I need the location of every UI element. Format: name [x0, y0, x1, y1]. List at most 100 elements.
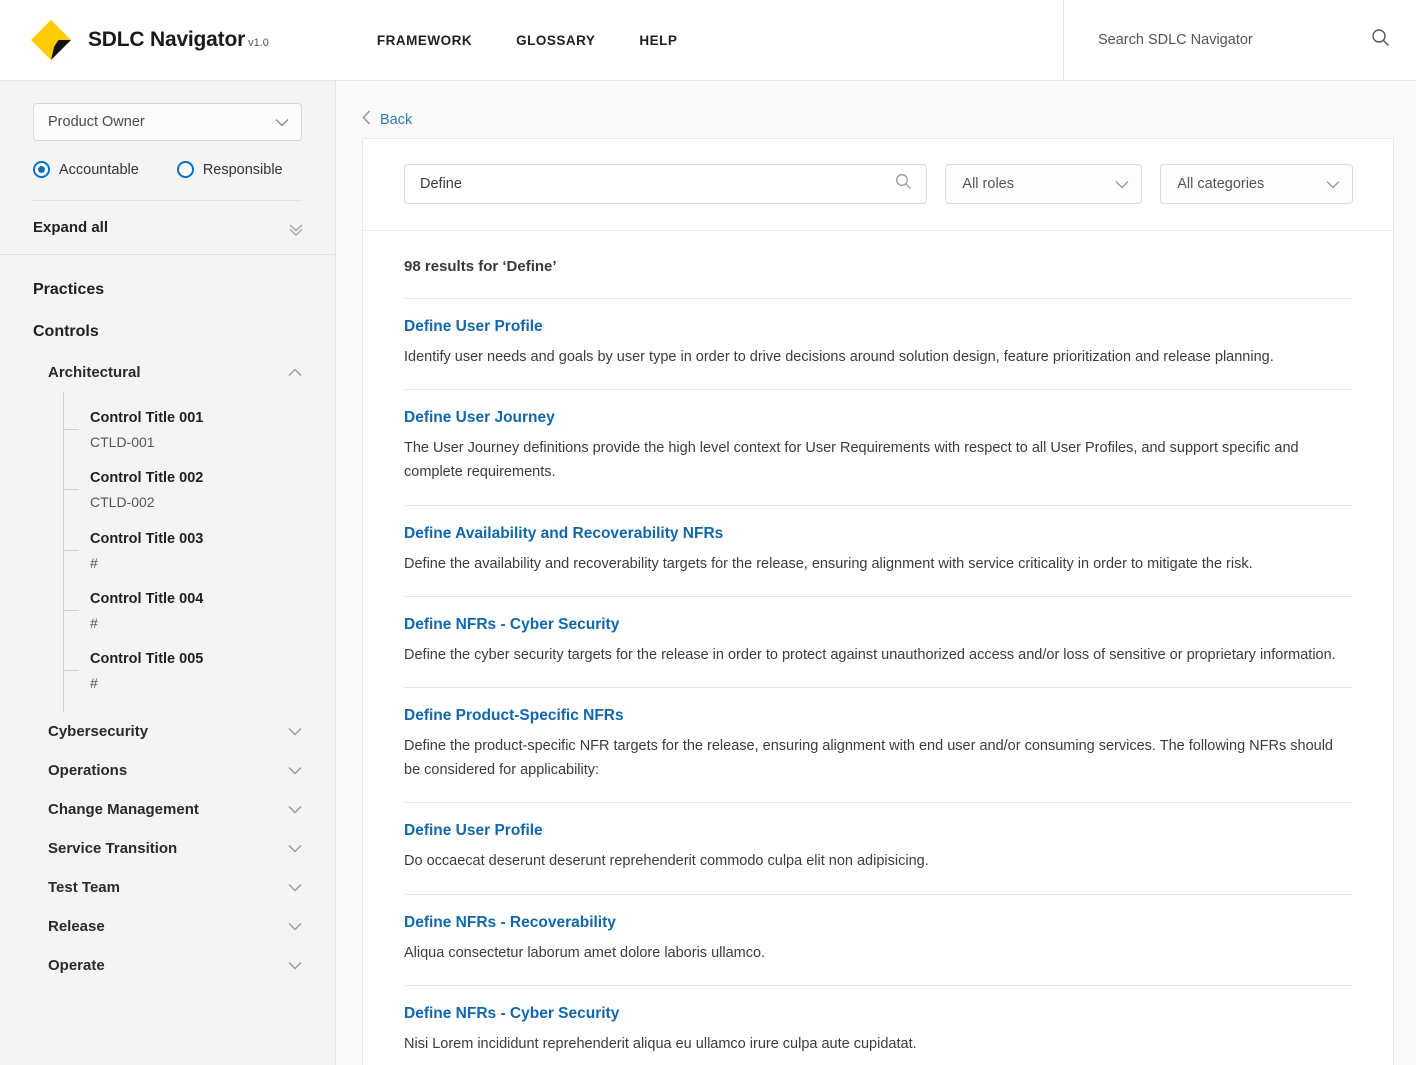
tree-group-operations-label: Operations — [48, 761, 128, 779]
back-label[interactable]: Back — [380, 112, 412, 128]
tree-leaf-title: Control Title 005 — [90, 651, 204, 668]
main-content: Back All roles — [336, 81, 1416, 1065]
result-item: Define Availability and Recoverability N… — [404, 504, 1352, 596]
nav-item-help[interactable]: HELP — [639, 33, 677, 48]
tree-group-change-management[interactable]: Change Management — [0, 790, 335, 829]
expand-all-label: Expand all — [33, 219, 109, 236]
double-chevron-down-icon — [288, 223, 303, 236]
brand-name: SDLC Navigator — [88, 28, 246, 51]
tree-children-architectural: Control Title 001 CTLD-001 Control Title… — [63, 392, 335, 712]
chevron-down-icon — [288, 727, 302, 736]
expand-all-button[interactable]: Expand all — [0, 201, 335, 254]
search-icon[interactable] — [1371, 28, 1390, 52]
tree-leaf-code: # — [90, 675, 98, 692]
tree-group-release-label: Release — [48, 917, 105, 935]
result-description: Nisi Lorem incididunt reprehenderit aliq… — [404, 1035, 917, 1052]
result-title-link[interactable]: Define User Profile — [404, 822, 1352, 840]
result-item: Define NFRs - Recoverability Aliqua cons… — [404, 893, 1352, 985]
result-item: Define NFRs - Cyber Security Nisi Lorem … — [404, 984, 1352, 1065]
result-item: Define User Journey The User Journey def… — [404, 389, 1352, 504]
radio-responsible-label: Responsible — [202, 161, 283, 178]
tree-group-release[interactable]: Release — [0, 907, 335, 946]
back-link[interactable]: Back — [336, 81, 1392, 138]
tree-group-test-team-label: Test Team — [48, 878, 120, 896]
result-description: The User Journey definitions provide the… — [404, 440, 1299, 481]
tree-group-service-transition-label: Service Transition — [48, 839, 178, 857]
tree-leaf-control-003[interactable]: Control Title 003 # — [64, 521, 335, 581]
chevron-up-icon — [288, 368, 302, 377]
tree-group-operate-label: Operate — [48, 956, 105, 974]
chevron-down-icon — [288, 961, 302, 970]
tree-group-operations[interactable]: Operations — [0, 751, 335, 790]
result-description: Aliqua consectetur laborum amet dolore l… — [404, 944, 766, 961]
sidebar-top: Product Owner Accountable Responsible — [0, 81, 335, 201]
global-search-input[interactable] — [1098, 32, 1361, 48]
tree-leaf-title: Control Title 002 — [90, 470, 204, 487]
tree-leaf-control-002[interactable]: Control Title 002 CTLD-002 — [64, 460, 335, 520]
tree-leaf-code: CTLD-002 — [90, 494, 155, 511]
tree-group-test-team[interactable]: Test Team — [0, 868, 335, 907]
brand-version: v1.0 — [248, 37, 269, 49]
search-icon[interactable] — [895, 173, 912, 195]
role-select-value: Product Owner — [48, 114, 145, 130]
brand-logo-block[interactable]: SDLC Navigator v1.0 — [28, 17, 269, 63]
filter-bar: All roles All categories — [363, 139, 1393, 231]
chevron-left-icon — [362, 110, 371, 130]
tree-group-change-management-label: Change Management — [48, 800, 199, 818]
chevron-down-icon — [1115, 180, 1129, 189]
tree-group-service-transition[interactable]: Service Transition — [0, 829, 335, 868]
results-search-field[interactable] — [404, 164, 928, 204]
role-select[interactable]: Product Owner — [33, 103, 302, 141]
tree-group-cybersecurity-label: Cybersecurity — [48, 722, 149, 740]
brand-title: SDLC Navigator v1.0 — [88, 28, 269, 52]
chevron-down-icon — [288, 766, 302, 775]
results-list: 98 results for ‘Define’ Define User Prof… — [363, 231, 1393, 1065]
result-title-link[interactable]: Define NFRs - Cyber Security — [404, 616, 1352, 634]
tree-leaf-title: Control Title 004 — [90, 590, 204, 607]
tree-leaf-control-001[interactable]: Control Title 001 CTLD-001 — [64, 400, 335, 460]
tree-group-operate[interactable]: Operate — [0, 946, 335, 985]
radio-accountable-indicator[interactable] — [33, 161, 50, 178]
result-title-link[interactable]: Define Availability and Recoverability N… — [404, 525, 1352, 543]
tree-group-cybersecurity[interactable]: Cybersecurity — [0, 712, 335, 751]
result-title-link[interactable]: Define NFRs - Recoverability — [404, 914, 1352, 932]
result-item: Define User Profile Do occaecat deserunt… — [404, 802, 1352, 893]
results-count: 98 results for ‘Define’ — [404, 258, 557, 275]
result-title-link[interactable]: Define NFRs - Cyber Security — [404, 1005, 1352, 1023]
radio-responsible-indicator[interactable] — [176, 161, 194, 178]
tree-leaf-control-004[interactable]: Control Title 004 # — [64, 581, 335, 641]
result-item: Define NFRs - Cyber Security Define the … — [404, 595, 1352, 687]
nav-tree: Practices Controls Architectural Control… — [0, 255, 335, 985]
tree-section-practices[interactable]: Practices — [0, 269, 335, 311]
radio-responsible[interactable]: Responsible — [176, 161, 283, 178]
chevron-down-icon — [288, 844, 302, 853]
tree-leaf-code: # — [90, 614, 98, 631]
nav-item-glossary[interactable]: GLOSSARY — [516, 33, 595, 48]
result-description: Do occaecat deserunt deserunt reprehende… — [404, 853, 929, 870]
tree-leaf-control-005[interactable]: Control Title 005 # — [64, 641, 335, 701]
radio-accountable[interactable]: Accountable — [33, 161, 139, 178]
tree-leaf-title: Control Title 001 — [90, 410, 204, 426]
result-item: Define User Profile Identify user needs … — [404, 298, 1352, 389]
result-title-link[interactable]: Define User Profile — [404, 318, 1352, 336]
radio-accountable-label: Accountable — [59, 161, 139, 178]
page-body: Product Owner Accountable Responsible Ex… — [0, 81, 1416, 1065]
app-header: SDLC Navigator v1.0 FRAMEWORK GLOSSARY HE… — [0, 0, 1416, 81]
tree-section-controls[interactable]: Controls — [0, 311, 335, 353]
result-title-link[interactable]: Define Product-Specific NFRs — [404, 707, 1352, 725]
search-results-card: All roles All categories 98 results for … — [362, 138, 1394, 1065]
global-search[interactable] — [1063, 0, 1416, 80]
results-search-input[interactable] — [420, 176, 888, 192]
nav-item-framework[interactable]: FRAMEWORK — [377, 33, 472, 48]
tree-group-architectural[interactable]: Architectural — [0, 353, 335, 392]
chevron-down-icon — [288, 922, 302, 931]
tree-leaf-title: Control Title 003 — [90, 530, 204, 547]
main-nav: FRAMEWORK GLOSSARY HELP — [377, 33, 678, 48]
result-title-link[interactable]: Define User Journey — [404, 409, 1352, 427]
raci-radio-group: Accountable Responsible — [33, 161, 302, 178]
roles-filter-select[interactable]: All roles — [945, 164, 1143, 204]
cba-diamond-logo-icon — [28, 17, 74, 63]
categories-filter-select[interactable]: All categories — [1160, 164, 1353, 204]
tree-leaf-code: CTLD-001 — [90, 433, 155, 450]
result-description: Define the product-specific NFR targets … — [404, 738, 1333, 779]
